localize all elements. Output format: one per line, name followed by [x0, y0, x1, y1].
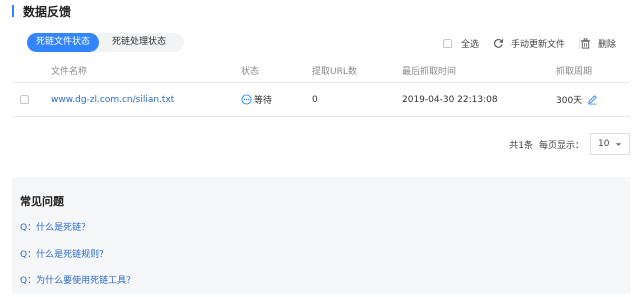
select-all-label: 全选: [460, 39, 479, 50]
url-count-value: 0: [312, 94, 318, 105]
faq-panel: 常见问题 Q：什么是死链？ Q：什么是死链规则？ Q：为什么要使用死链工具？: [12, 177, 630, 294]
pagination: 共1条 每页显示： 10: [509, 132, 630, 156]
table-row: www.dg-zl.com.cn/silian.txt 等待 0 2019-04…: [12, 83, 630, 117]
delete-label: 删除: [597, 39, 616, 50]
manual-update-label: 手动更新文件: [510, 39, 565, 50]
waiting-dots-icon: [241, 94, 252, 105]
tab-deadlink-file-status[interactable]: 死链文件状态: [27, 33, 100, 52]
status-text: 等待: [254, 96, 273, 106]
header-url-count: 提取URL数: [312, 66, 357, 77]
header-crawl-period: 抓取周期: [556, 66, 593, 77]
row-checkbox[interactable]: [20, 95, 29, 104]
tab-deadlink-process-status[interactable]: 死链处理状态: [103, 33, 175, 52]
period-cell: 300天: [556, 93, 630, 106]
status-cell: 等待: [241, 93, 312, 106]
faq-item-why-use-tool[interactable]: Q：为什么要使用死链工具？: [20, 273, 135, 286]
faq-item-what-is-deadlink[interactable]: Q：什么是死链？: [20, 220, 90, 233]
period-value: 300天: [556, 96, 583, 106]
caret-down-icon: [615, 141, 622, 148]
manual-update-button[interactable]: 手动更新文件: [493, 37, 565, 50]
section-header: 数据反馈: [12, 3, 71, 19]
faq-item-deadlink-rules[interactable]: Q：什么是死链规则？: [20, 247, 108, 260]
total-count: 共1条: [509, 140, 533, 151]
select-all-control[interactable]: 全选: [442, 37, 479, 50]
per-page-label: 每页显示：: [538, 140, 584, 151]
header-status: 状态: [241, 66, 260, 77]
header-file-name: 文件名称: [51, 66, 88, 77]
per-page-value: 10: [598, 139, 610, 149]
file-link[interactable]: www.dg-zl.com.cn/silian.txt: [51, 95, 241, 105]
per-page-select[interactable]: 10: [590, 133, 630, 155]
trash-icon: [580, 37, 591, 49]
faq-title: 常见问题: [20, 195, 64, 208]
last-crawl-value: 2019-04-30 22:13:08: [402, 94, 498, 105]
page-title: 数据反馈: [23, 4, 72, 19]
tab-group: 死链文件状态 死链处理状态: [27, 33, 184, 52]
file-table: 文件名称 状态 提取URL数 最后抓取时间 抓取周期 www.dg-zl.com…: [12, 58, 630, 117]
select-all-checkbox[interactable]: [442, 38, 452, 48]
table-header: 文件名称 状态 提取URL数 最后抓取时间 抓取周期: [12, 58, 630, 83]
pencil-icon[interactable]: [587, 94, 598, 105]
header-last-crawl: 最后抓取时间: [402, 66, 457, 77]
delete-button[interactable]: 删除: [580, 37, 616, 50]
toolbar: 全选 手动更新文件 删除: [442, 33, 616, 53]
title-accent-bar: [12, 5, 14, 17]
row-check-cell: [12, 95, 51, 104]
refresh-icon: [493, 38, 504, 49]
